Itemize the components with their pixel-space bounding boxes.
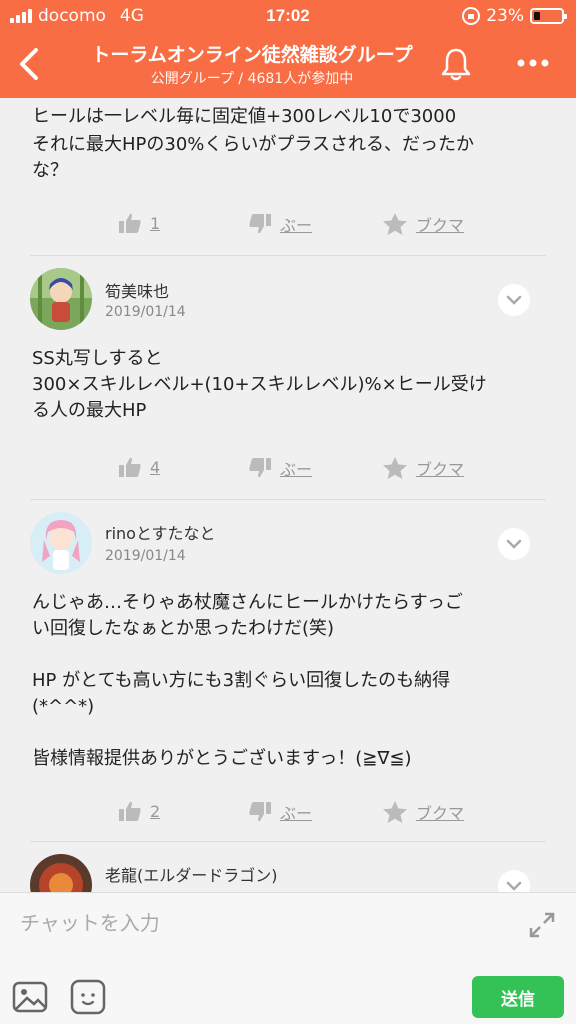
message-feed[interactable]: ヒールは一レベル毎に固定値+300レベル10で3000 それに最大HPの30%く…: [0, 98, 576, 892]
group-subtitle: 公開グループ / 4681人が参加中: [150, 71, 354, 87]
post-text: んじゃあ…そりゃあ杖魔さんにヒールかけたらすっご: [32, 592, 463, 613]
avatar[interactable]: [30, 268, 92, 330]
back-icon[interactable]: [10, 42, 50, 86]
chevron-down-icon: [506, 539, 522, 549]
chat-input[interactable]: [0, 893, 500, 953]
expand-icon[interactable]: [526, 909, 558, 941]
post-date: 2019/01/14: [105, 548, 186, 564]
post: 老龍(エルダードラゴン): [0, 842, 576, 892]
post-text: な？: [32, 160, 68, 181]
thumbs-down-icon: [249, 214, 271, 234]
post-text: それに最大HPの30%くらいがプラスされる、だったか: [32, 134, 475, 155]
bookmark-label: ブクマ: [416, 804, 465, 823]
like-button[interactable]: 1: [118, 212, 160, 234]
dislike-label: ぶー: [280, 216, 313, 235]
more-icon[interactable]: [510, 48, 556, 78]
thumbs-up-icon: [119, 213, 141, 233]
chat-composer: 送信: [0, 892, 576, 1024]
thumbs-down-icon: [249, 802, 271, 822]
like-button[interactable]: 2: [118, 800, 160, 822]
chevron-down-icon: [506, 295, 522, 305]
author-name[interactable]: rinoとすたなと: [105, 520, 215, 544]
thumbs-up-icon: [119, 457, 141, 477]
avatar[interactable]: [30, 854, 92, 892]
post-text: (*^^*): [32, 696, 95, 717]
post-menu-chevron[interactable]: [498, 284, 530, 316]
post-text: HP がとても高い方にも3割ぐらい回復したのも納得: [32, 670, 451, 691]
like-button[interactable]: 4: [118, 456, 160, 478]
avatar-image: [30, 854, 92, 892]
send-button[interactable]: 送信: [472, 976, 564, 1018]
image-icon[interactable]: [12, 979, 48, 1015]
dislike-button[interactable]: ぶー: [248, 212, 312, 236]
battery-icon: [530, 8, 567, 24]
dislike-button[interactable]: ぶー: [248, 800, 312, 824]
author-name[interactable]: 筍美味也: [105, 278, 169, 302]
star-icon: [383, 801, 407, 823]
post-menu-chevron[interactable]: [498, 870, 530, 892]
like-count: 4: [150, 457, 161, 477]
post: 筍美味也 2019/01/14 SS丸写しすると 300×スキルレベル+(10+…: [0, 256, 576, 500]
group-header: トーラムオンライン徒然雑談グループ 公開グループ / 4681人が参加中: [0, 34, 576, 98]
post-text: SS丸写しすると: [32, 348, 163, 369]
star-icon: [383, 457, 407, 479]
bookmark-label: ブクマ: [416, 460, 465, 479]
thumbs-up-icon: [119, 801, 141, 821]
dislike-label: ぶー: [280, 460, 313, 479]
status-bar: docomo 4G 17:02 23%: [0, 0, 576, 34]
dislike-button[interactable]: ぶー: [248, 456, 312, 480]
like-count: 2: [150, 801, 161, 821]
rotation-lock-icon: [462, 7, 481, 25]
bookmark-button[interactable]: ブクマ: [382, 456, 464, 480]
thumbs-down-icon: [249, 458, 271, 478]
dislike-label: ぶー: [280, 804, 313, 823]
sticker-icon[interactable]: [70, 979, 106, 1015]
group-title[interactable]: トーラムオンライン徒然雑談グループ: [62, 40, 442, 67]
post-text: ヒールは一レベル毎に固定値+300レベル10で3000: [32, 106, 457, 127]
star-icon: [383, 213, 407, 235]
post-date: 2019/01/14: [105, 304, 186, 320]
bell-icon[interactable]: [438, 44, 474, 84]
post-text: 300×スキルレベル+(10+スキルレベル)%×ヒール受け: [32, 374, 487, 395]
battery-percent: 23%: [486, 6, 524, 26]
post-text: い回復したなぁとか思ったわけだ(笑): [32, 618, 335, 639]
post: rinoとすたなと 2019/01/14 んじゃあ…そりゃあ杖魔さんにヒールかけ…: [0, 500, 576, 842]
bookmark-button[interactable]: ブクマ: [382, 212, 464, 236]
avatar[interactable]: [30, 512, 92, 574]
post-text: る人の最大HP: [32, 400, 147, 421]
bookmark-button[interactable]: ブクマ: [382, 800, 464, 824]
avatar-image: [30, 512, 92, 574]
post: ヒールは一レベル毎に固定値+300レベル10で3000 それに最大HPの30%く…: [0, 98, 576, 256]
author-name[interactable]: 老龍(エルダードラゴン): [105, 862, 278, 886]
post-menu-chevron[interactable]: [498, 528, 530, 560]
post-text: 皆様情報提供ありがとうございますっ！(≧∇≦): [32, 748, 412, 769]
like-count: 1: [150, 213, 161, 233]
chevron-down-icon: [506, 881, 522, 891]
bookmark-label: ブクマ: [416, 216, 465, 235]
avatar-image: [30, 268, 92, 330]
